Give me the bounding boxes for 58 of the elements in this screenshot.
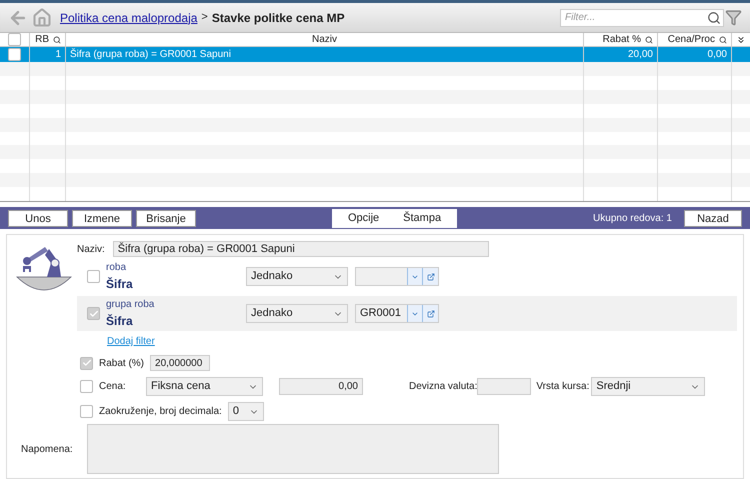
table-cell: Šifra (grupa roba) = GR0001 Sapuni [70, 47, 231, 62]
checkbox[interactable] [80, 405, 93, 418]
value-text: GR0001 [359, 306, 402, 322]
naziv-field[interactable]: Šifra (grupa roba) = GR0001 Sapuni [112, 241, 489, 257]
filter-field[interactable]: Filter... [560, 8, 724, 26]
toolbar-button[interactable]: Opcije [340, 210, 388, 226]
toolbar-button[interactable]: Brisanje [136, 210, 196, 226]
filter-field-name: Šifra [106, 276, 134, 293]
checkbox[interactable] [8, 48, 21, 61]
table-cell-text: 0,00 [708, 48, 727, 62]
price-type-select[interactable]: Fiksna cena [146, 377, 263, 396]
toolbar-button[interactable]: Izmene [72, 210, 132, 226]
currency-field[interactable] [477, 378, 532, 395]
field-label: Vrsta kursa: [536, 380, 590, 394]
filter-group: grupa roba [106, 297, 246, 312]
note-field[interactable] [87, 424, 499, 474]
filter-field-name: Šifra [106, 313, 134, 330]
search-icon[interactable] [645, 36, 653, 44]
field-label: Rabat (%) [99, 356, 144, 370]
table-cell-text: 1 [55, 48, 61, 62]
decimals-select[interactable]: 0 [228, 402, 264, 421]
value-field[interactable] [355, 267, 439, 286]
page-title: Stavke politke cena MP [212, 10, 345, 26]
expand-icon[interactable] [736, 34, 746, 44]
toolbar-button[interactable]: Unos [8, 210, 68, 226]
rabat-field[interactable]: 20,000000 [150, 355, 210, 371]
search-icon[interactable] [719, 36, 727, 44]
open-icon[interactable] [426, 310, 434, 318]
open-icon[interactable] [426, 272, 434, 280]
checkbox[interactable] [8, 33, 21, 46]
field-label: Cena: [99, 380, 127, 394]
price-field[interactable]: 0,00 [279, 378, 363, 395]
field-label: Naziv: [77, 242, 105, 256]
filter-icon[interactable] [725, 9, 742, 26]
field-label: Zaokruženje, broj decimala: [99, 405, 222, 419]
column-header[interactable]: RB [35, 32, 49, 47]
filter-group: roba [106, 260, 246, 275]
toolbar-button[interactable]: Štampa [395, 210, 450, 226]
column-header[interactable]: Rabat % [602, 32, 641, 47]
checkbox[interactable] [80, 356, 93, 370]
checkbox[interactable] [87, 270, 100, 283]
rate-select[interactable]: Srednji [591, 377, 706, 396]
add-filter-link[interactable]: Dodaj filter [107, 334, 155, 349]
operator-select[interactable]: Jednako [246, 267, 348, 286]
checkbox[interactable] [87, 307, 100, 320]
column-header[interactable]: Cena/Proc [668, 32, 715, 47]
row-count: Ukupno redova: 1 [593, 212, 672, 226]
back-button[interactable]: Nazad [684, 210, 742, 226]
operator-select[interactable]: Jednako [246, 304, 348, 323]
search-icon[interactable] [53, 36, 61, 44]
column-header[interactable]: Naziv [312, 32, 337, 47]
value-field[interactable]: GR0001 [355, 304, 439, 323]
checkbox[interactable] [80, 380, 93, 393]
breadcrumb-link[interactable]: Politika cena maloprodaja [60, 8, 198, 26]
breadcrumb-separator: > [201, 10, 208, 26]
table-cell-text: 20,00 [628, 48, 653, 62]
field-label: Napomena: [20, 442, 74, 456]
field-label: Devizna valuta: [409, 380, 478, 394]
